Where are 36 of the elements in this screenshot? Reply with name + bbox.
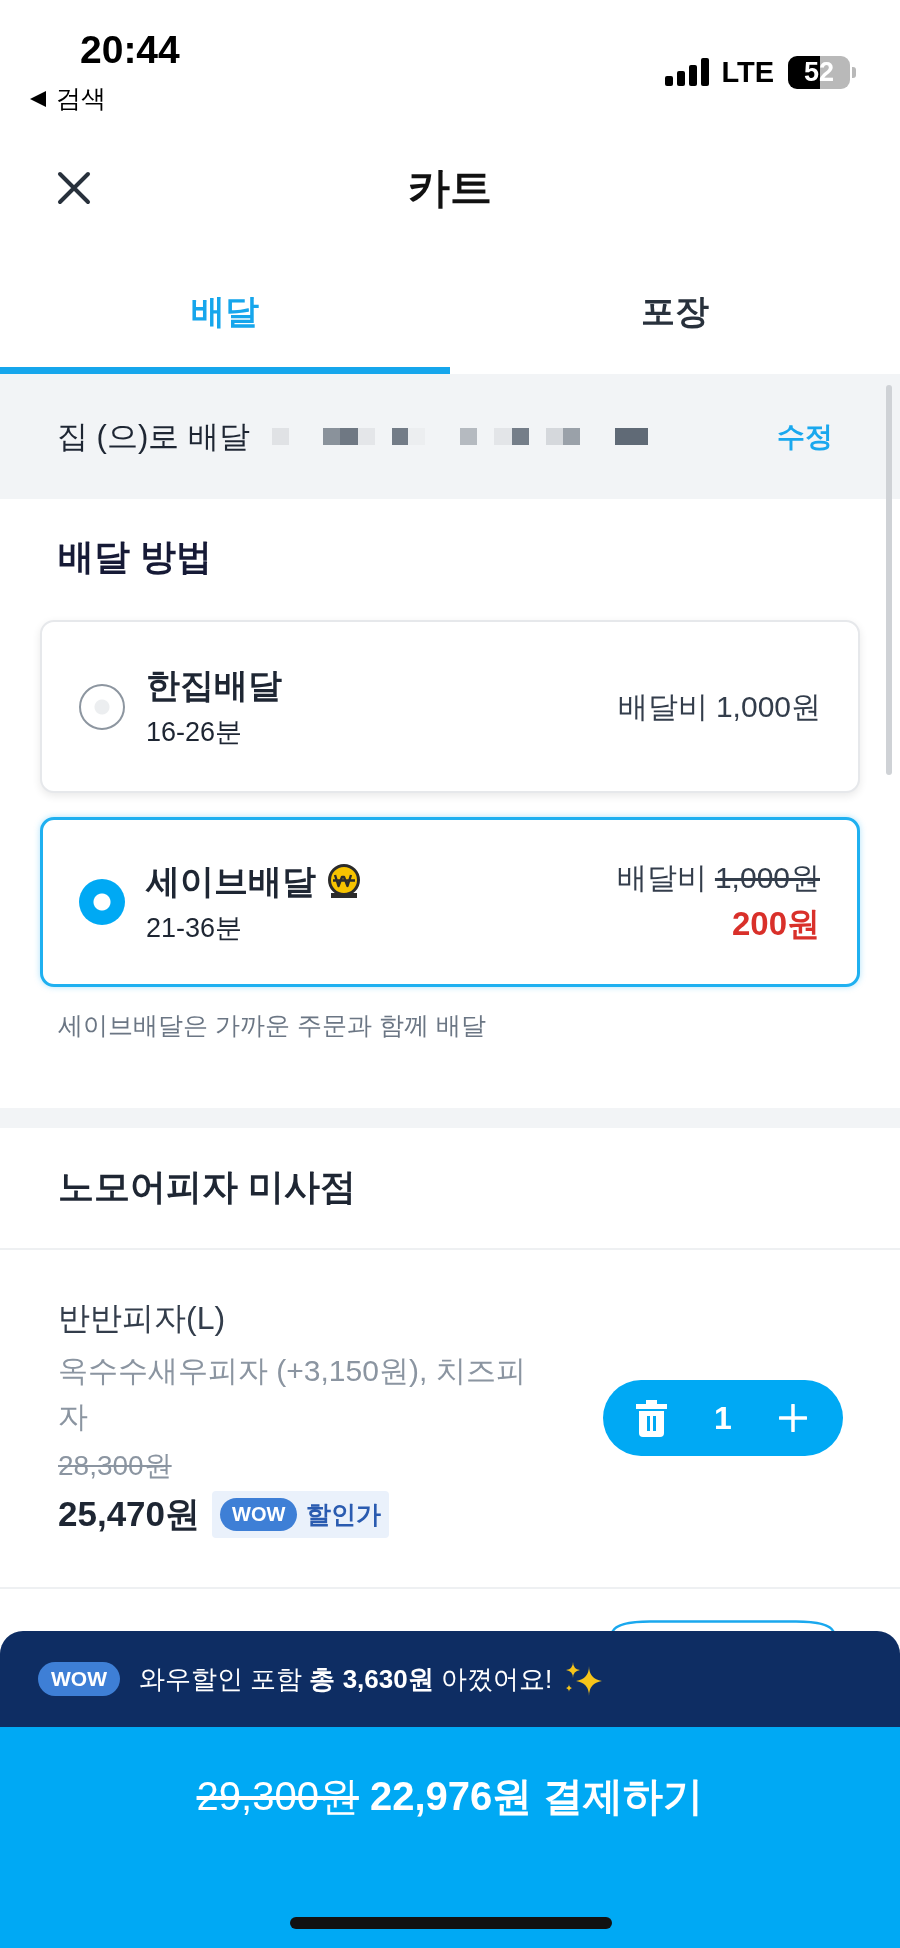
option-name: 한집배달 — [146, 665, 282, 707]
wow-badge: WOW — [220, 1497, 298, 1531]
status-time: 20:44 — [80, 30, 180, 69]
plus-icon[interactable] — [779, 1404, 807, 1433]
battery-nub — [852, 66, 856, 78]
radio-button[interactable] — [79, 879, 125, 926]
address-label: 집 (으)로 배달 — [57, 417, 250, 456]
delivery-time: 16-26분 — [146, 718, 244, 748]
radio-button[interactable] — [79, 683, 125, 730]
discounted-fee: 200원 — [731, 904, 820, 944]
delivery-note: 세이브배달은 가까운 주문과 함께 배달 — [58, 1010, 487, 1042]
delivery-option-card[interactable]: 세이브배달 21-36분 배달비 1,000원 200원 — [40, 817, 860, 988]
savings-message: 와우할인 포함 총 3,630원 아꼈어요! — [139, 1662, 553, 1696]
section-title: 배달 방법 — [58, 535, 213, 579]
wow-badge: WOW — [38, 1662, 120, 1696]
delivery-fee: 배달비 1,000원 — [616, 860, 820, 897]
option-name: 세이브배달 — [146, 860, 316, 902]
quantity-value: 1 — [714, 1399, 732, 1437]
item-price: 25,470원 — [58, 1493, 201, 1536]
delivery-time: 21-36분 — [146, 913, 244, 944]
outlined-button[interactable] — [610, 1619, 836, 1631]
item-name: 반반피자(L) — [58, 1299, 226, 1339]
trash-icon[interactable] — [636, 1399, 667, 1437]
back-link[interactable]: 검색 — [30, 85, 106, 113]
delivery-fee: 배달비 1,000원 — [617, 688, 821, 725]
tab[interactable]: 포장 — [450, 256, 900, 374]
close-icon[interactable] — [57, 171, 91, 205]
original-price: 28,300원 — [58, 1449, 172, 1484]
signal-icon — [665, 58, 710, 86]
network-label: LTE — [721, 57, 774, 87]
discount-label: 할인가 — [306, 1499, 382, 1530]
item-options: 옥수수새우피자 (+3,150원), 치즈피자 — [58, 1348, 548, 1441]
page-title: 카트 — [408, 163, 492, 213]
delivery-option-card[interactable]: 한집배달 16-26분 배달비 1,000원 — [40, 620, 860, 794]
store-name: 노모어피자 미사점 — [58, 1165, 356, 1210]
back-icon — [30, 90, 46, 107]
